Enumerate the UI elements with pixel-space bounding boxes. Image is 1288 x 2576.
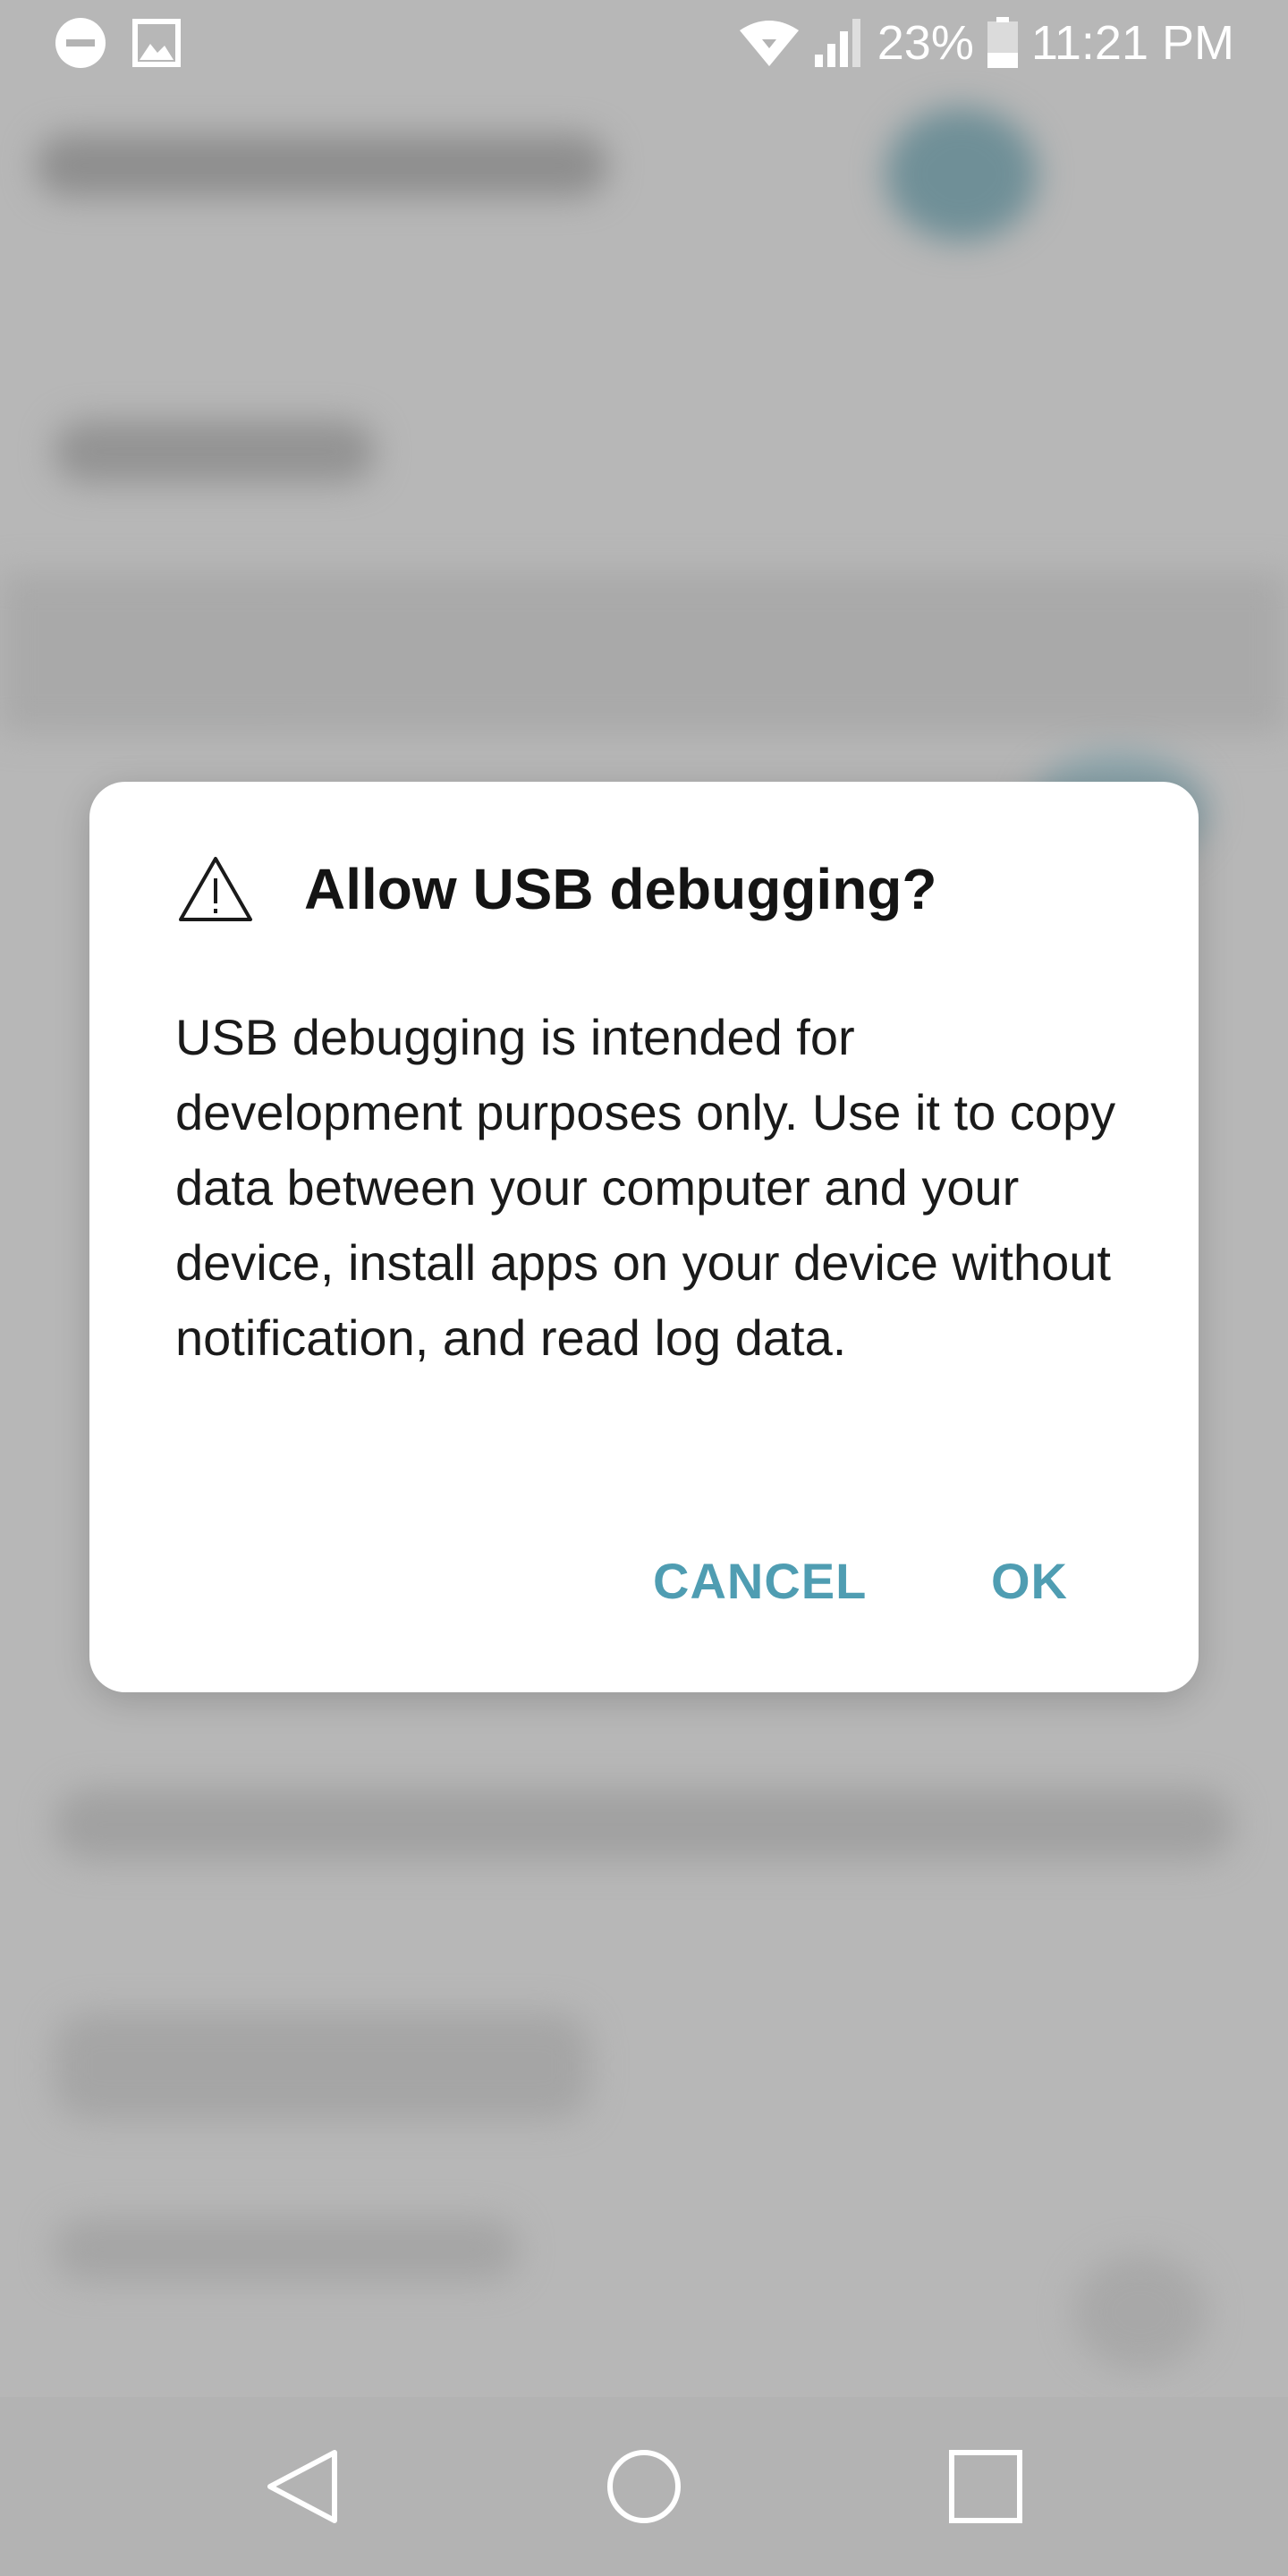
recents-button[interactable]: [943, 2444, 1029, 2529]
home-icon: [601, 2444, 687, 2529]
status-bar: 23% 11:21 PM: [0, 0, 1288, 86]
wifi-icon: [738, 18, 801, 68]
ok-button[interactable]: OK: [991, 1546, 1068, 1617]
dialog-title: Allow USB debugging?: [304, 857, 937, 921]
navigation-bar: [0, 2397, 1288, 2576]
image-notification-icon: [132, 19, 181, 67]
cancel-button[interactable]: CANCEL: [653, 1546, 867, 1617]
blurred-row: [54, 420, 376, 483]
status-right-icons: 23% 11:21 PM: [738, 13, 1234, 73]
dialog-message: USB debugging is intended for developmen…: [175, 1009, 1116, 1366]
home-button[interactable]: [601, 2444, 687, 2529]
blurred-row: [54, 1789, 1234, 1860]
signal-icon: [813, 17, 865, 69]
blurred-avatar: [886, 107, 1038, 242]
blurred-header: [36, 134, 608, 197]
blurred-band: [0, 572, 1288, 733]
battery-icon: [987, 17, 1019, 69]
status-left-icons: [55, 18, 181, 68]
do-not-disturb-icon: [55, 18, 106, 68]
warning-icon: [177, 855, 254, 923]
blurred-row: [54, 2012, 590, 2120]
back-icon: [259, 2444, 345, 2529]
dialog-header: Allow USB debugging?: [177, 853, 936, 925]
blurred-row: [54, 2218, 519, 2281]
back-button[interactable]: [259, 2444, 345, 2529]
blurred-fab: [1073, 2254, 1208, 2370]
clock: 11:21 PM: [1030, 16, 1234, 70]
battery-percent: 23%: [877, 16, 974, 70]
recents-icon: [943, 2444, 1029, 2529]
